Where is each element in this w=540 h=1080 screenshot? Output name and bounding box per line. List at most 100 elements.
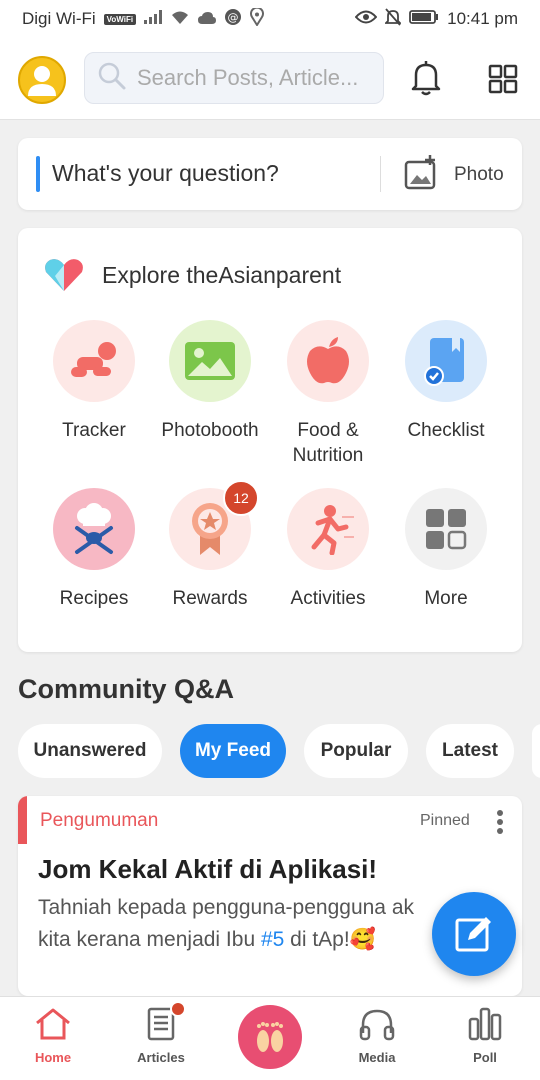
hashtag-link[interactable]: #5 [261, 928, 284, 951]
grid-icon [488, 64, 518, 94]
food-icon-circle [287, 320, 369, 402]
post-body-text: kita kerana menjadi Ibu [38, 928, 261, 951]
app-header [0, 38, 540, 120]
filter-chip-more[interactable] [532, 724, 540, 778]
tile-label: Food & Nutrition [292, 420, 364, 466]
post-category[interactable]: Pengumuman [40, 810, 158, 832]
ask-question-card[interactable]: What's your question? Photo [18, 138, 522, 210]
chef-hat-icon [75, 503, 113, 554]
post-accent-bar [18, 796, 27, 844]
avatar[interactable] [18, 56, 66, 104]
explore-card: Explore theAsianparent Tracker Photoboot… [18, 228, 522, 652]
photobooth-icon-circle [169, 320, 251, 402]
theasianparent-heart-logo-icon [44, 258, 84, 297]
more-vertical-icon [497, 810, 503, 834]
filter-chip-my-feed[interactable]: My Feed [180, 724, 286, 778]
tile-label: More [424, 588, 468, 609]
tile-label: Recipes [59, 588, 129, 609]
svg-text:@: @ [228, 11, 239, 24]
articles-notification-dot [170, 1001, 186, 1017]
post-title[interactable]: Jom Kekal Aktif di Aplikasi! [38, 854, 377, 885]
tile-recipes[interactable]: Recipes [36, 488, 152, 611]
recipes-icon-circle [53, 488, 135, 570]
eye-icon [354, 9, 378, 29]
tile-label: Checklist [407, 420, 485, 441]
tile-label: Photobooth [161, 420, 259, 441]
more-icon-circle [405, 488, 487, 570]
question-prompt[interactable]: What's your question? [52, 160, 279, 187]
nav-label: Articles [137, 1050, 185, 1065]
filter-chip-latest[interactable]: Latest [426, 724, 514, 778]
at-icon: @ [224, 8, 242, 31]
tracker-center-button[interactable] [238, 1005, 302, 1069]
footprints-icon [257, 1022, 283, 1052]
more-grid-icon [426, 509, 467, 550]
post-body-line: Tahniah kepada pengguna-pengguna ak [38, 896, 415, 919]
carrier-label: Digi Wi-Fi [22, 9, 96, 28]
activities-icon-circle [287, 488, 369, 570]
nav-label: Home [34, 1050, 72, 1065]
tile-label: Activities [290, 588, 366, 609]
rewards-badge: 12 [223, 480, 259, 516]
apps-grid-button[interactable] [488, 64, 518, 99]
post-body-line: kita kerana menjadi Ibu #5 di tAp!🥰 [38, 924, 478, 956]
tile-more[interactable]: More [388, 488, 504, 611]
status-bar: Digi Wi-Fi VoWiFi @ 10:41 pm [0, 0, 540, 38]
nav-media[interactable]: Media [332, 1007, 422, 1065]
photo-button-label[interactable]: Photo [454, 164, 504, 186]
running-icon [311, 505, 354, 555]
tracker-icon-circle [53, 320, 135, 402]
filter-chip-popular[interactable]: Popular [304, 724, 408, 778]
location-icon [250, 6, 265, 31]
checklist-icon-circle [405, 320, 487, 402]
add-photo-icon[interactable] [400, 154, 440, 197]
checklist-icon [424, 338, 464, 386]
user-icon [28, 66, 56, 96]
tile-activities[interactable]: Activities [270, 488, 386, 611]
post-menu-button[interactable] [494, 808, 506, 841]
search-icon [97, 61, 127, 96]
tile-photobooth[interactable]: Photobooth [152, 320, 268, 443]
rewards-icon-circle: 12 [169, 480, 259, 570]
explore-title: Explore theAsianparent [102, 262, 342, 288]
nav-label: Poll [473, 1050, 497, 1065]
cloud-icon [198, 9, 217, 29]
community-section-title: Community Q&A [18, 674, 234, 704]
vowifi-badge: VoWiFi [103, 13, 137, 25]
tile-checklist[interactable]: Checklist [388, 320, 504, 443]
baby-crawl-icon [71, 342, 116, 377]
cursor-accent [36, 156, 40, 192]
headphones-icon [359, 1009, 395, 1041]
post-body[interactable]: Tahniah kepada pengguna-pengguna ak kita… [38, 892, 478, 956]
nav-poll[interactable]: Poll [440, 1007, 530, 1065]
notification-bell-button[interactable] [408, 58, 444, 103]
image-icon [185, 342, 235, 380]
home-icon [36, 1008, 70, 1040]
tile-label: Rewards [172, 588, 248, 609]
bell-icon [411, 61, 441, 96]
nav-home[interactable]: Home [8, 1007, 98, 1065]
bottom-nav: Home Articles Media Poll [0, 996, 540, 1080]
medal-icon [192, 503, 228, 555]
wifi-icon [170, 9, 190, 30]
tile-tracker[interactable]: Tracker [36, 320, 152, 443]
apple-icon [307, 337, 349, 384]
tile-rewards[interactable]: 12 Rewards [152, 480, 268, 611]
nav-articles[interactable]: Articles [116, 1001, 206, 1065]
compose-fab-button[interactable] [432, 892, 516, 976]
signal-icon [144, 9, 163, 29]
battery-icon [409, 9, 439, 29]
clock-time: 10:41 pm [447, 9, 518, 28]
pinned-label: Pinned [420, 812, 470, 829]
edit-icon [455, 917, 491, 952]
tile-label: Tracker [62, 420, 126, 441]
search-bar[interactable] [84, 52, 384, 104]
divider [380, 156, 381, 192]
tile-food-nutrition[interactable]: Food & Nutrition [270, 320, 386, 468]
bell-muted-icon [383, 7, 403, 31]
filter-chip-unanswered[interactable]: Unanswered [18, 724, 162, 778]
nav-label: Media [358, 1050, 396, 1065]
search-input[interactable] [137, 65, 377, 91]
post-body-text: di tAp!🥰 [284, 928, 376, 951]
poll-icon [468, 1007, 502, 1041]
